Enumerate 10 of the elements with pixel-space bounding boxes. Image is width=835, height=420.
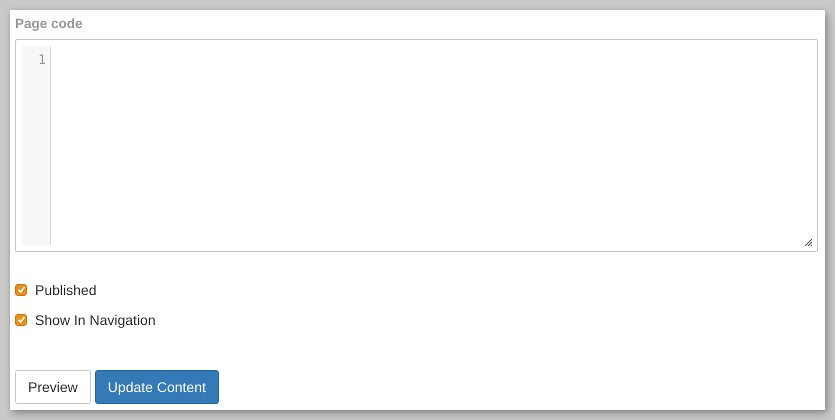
checkbox-label: Published — [35, 282, 96, 298]
preview-button[interactable]: Preview — [15, 370, 91, 404]
checkbox[interactable] — [15, 284, 27, 296]
field-label: Page code — [15, 16, 84, 32]
line-number: 1 — [37, 53, 46, 69]
resize-handle-icon[interactable] — [805, 239, 812, 246]
update-button[interactable]: Update Content — [94, 370, 219, 404]
code-editor[interactable]: 1 — [15, 39, 818, 252]
checkbox[interactable] — [15, 314, 27, 326]
checkbox-label: Show In Navigation — [35, 312, 156, 328]
